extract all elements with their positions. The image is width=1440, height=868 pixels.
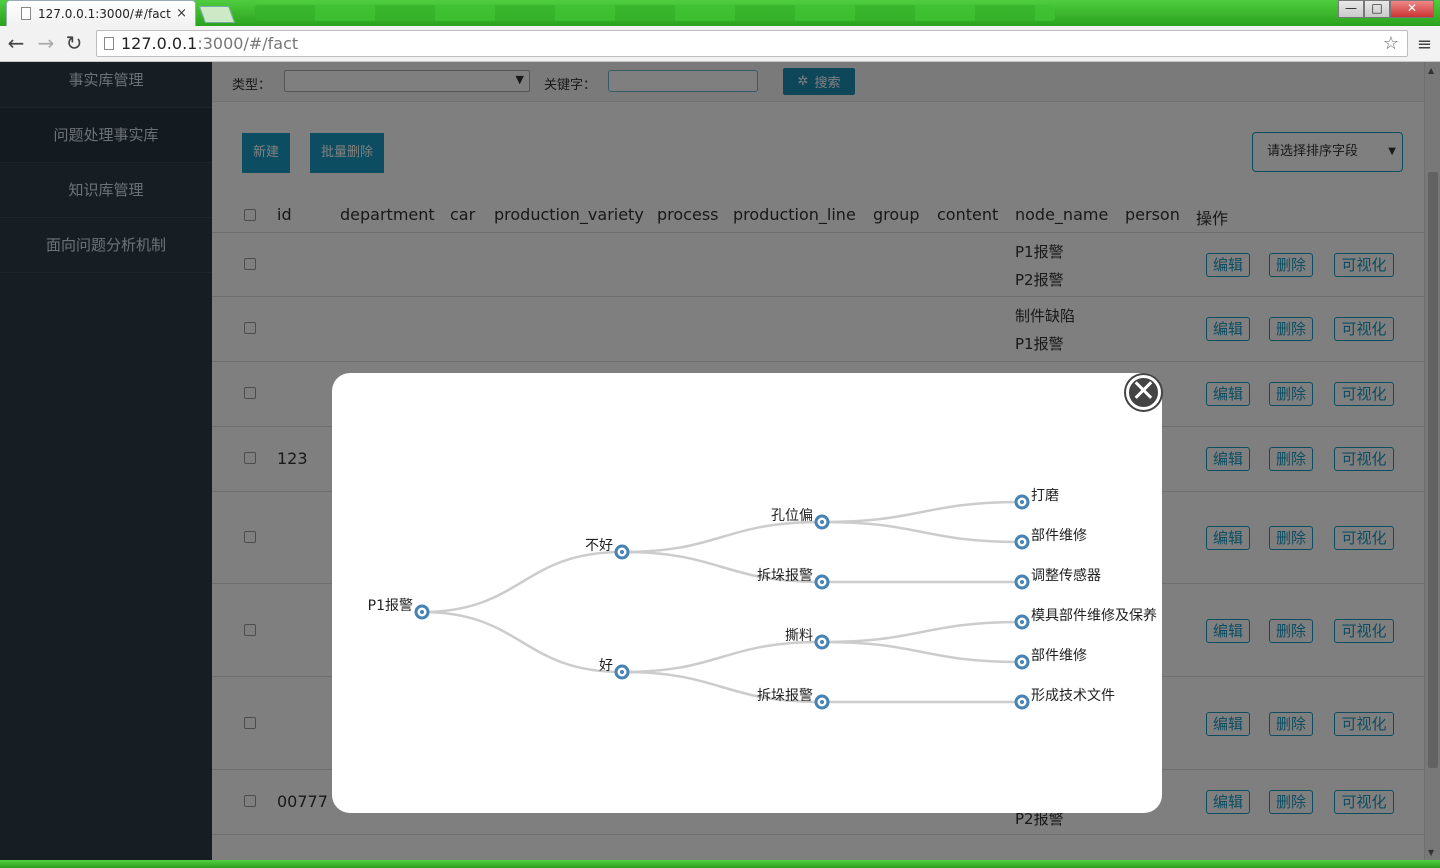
bookmark-star-icon[interactable]: ☆ <box>1383 31 1399 56</box>
tree-node-label: 不好 <box>585 538 613 554</box>
tab-close-icon[interactable]: × <box>176 6 187 21</box>
tab-title: 127.0.0.1:3000/#/fact <box>38 6 171 21</box>
window-close-button[interactable]: ✕ <box>1390 0 1434 18</box>
tree-node-label: 形成技术文件 <box>1031 688 1115 704</box>
reload-icon[interactable]: ↻ <box>62 32 86 56</box>
tree-node-label: 拆垛报警 <box>757 688 813 704</box>
tree-node[interactable]: 部件维修 <box>1014 528 1087 550</box>
browser-toolbar: ← → ↻ 127.0.0.1:3000/#/fact ☆ ≡ <box>0 26 1440 62</box>
tree-node-label: 调整传感器 <box>1031 567 1101 584</box>
tree-node-dot <box>820 700 824 704</box>
maximize-button[interactable]: □ <box>1364 0 1390 18</box>
minimize-button[interactable]: — <box>1338 0 1364 18</box>
tree-node-dot <box>820 520 824 524</box>
url-path: :3000/#/fact <box>197 34 299 53</box>
tree-node-label: P1报警 <box>368 598 413 614</box>
tree-node-dot <box>820 580 824 584</box>
page-icon <box>21 7 31 20</box>
tree-node-dot <box>620 550 624 554</box>
tree-node-dot <box>1020 700 1024 704</box>
window-controls: — □ ✕ <box>1338 0 1434 18</box>
tree-node-dot <box>820 640 824 644</box>
tree-node[interactable]: 拆垛报警 <box>757 568 830 590</box>
tree-link <box>821 620 1023 644</box>
decision-tree: P1报警不好孔位偏打磨部件维修拆垛报警 调整传感器好撕料模具部件维修及保养部件维修… <box>368 487 1157 710</box>
os-taskbar <box>0 860 1440 868</box>
page-icon <box>104 37 114 50</box>
tree-node-dot <box>1020 580 1024 584</box>
tree-node-dot <box>620 670 624 674</box>
tree-node-dot <box>1020 660 1024 664</box>
menu-icon[interactable]: ≡ <box>1417 34 1432 55</box>
tree-node[interactable]: 部件维修 <box>1014 648 1087 670</box>
tree-node-label: 部件维修 <box>1031 528 1087 544</box>
tree-link <box>821 500 1023 524</box>
tree-node-dot <box>420 610 424 614</box>
new-tab-button[interactable] <box>198 6 236 23</box>
tree-node-label: 拆垛报警 <box>757 568 813 584</box>
tree-node-dot <box>1020 620 1024 624</box>
tree-node[interactable]: P1报警 <box>368 598 430 620</box>
tree-node[interactable]: 打磨 <box>1014 487 1059 510</box>
tree-node[interactable]: 好 <box>599 658 630 680</box>
tree-node-dot <box>1020 540 1024 544</box>
tree-link <box>821 640 1023 664</box>
tree-node[interactable]: 形成技术文件 <box>1014 688 1115 710</box>
tree-node-dot <box>1020 500 1024 504</box>
tree-node-label: 好 <box>599 658 613 674</box>
tree-link <box>421 550 623 614</box>
modal-close-button[interactable]: ✕ <box>1126 375 1161 410</box>
browser-tab[interactable]: 127.0.0.1:3000/#/fact × <box>6 0 196 26</box>
forward-arrow-icon[interactable]: → <box>34 32 58 56</box>
tree-node-label: 打磨 <box>1031 487 1059 504</box>
tree-link <box>621 640 823 674</box>
url-host: 127.0.0.1 <box>121 34 198 53</box>
back-arrow-icon[interactable]: ← <box>4 32 28 56</box>
address-bar[interactable]: 127.0.0.1:3000/#/fact ☆ <box>96 30 1408 57</box>
tree-node[interactable]: 调整传感器 <box>1014 567 1101 590</box>
tree-node-label: 撕料 <box>785 628 813 644</box>
tree-node-label: 模具部件维修及保养 <box>1031 608 1157 624</box>
tree-node-label: 孔位偏 <box>771 508 813 524</box>
tree-node[interactable]: 拆垛报警 <box>757 688 830 710</box>
tree-node[interactable]: 模具部件维修及保养 <box>1014 608 1157 630</box>
tree-link <box>821 520 1023 544</box>
tree-node-label: 部件维修 <box>1031 648 1087 664</box>
tree-link <box>621 520 823 554</box>
browser-titlebar: 127.0.0.1:3000/#/fact × — □ ✕ <box>0 0 1440 26</box>
tree-link <box>421 610 623 674</box>
tree-node[interactable]: 撕料 <box>785 628 830 650</box>
taskbar-tabs-blurred <box>255 5 1055 21</box>
